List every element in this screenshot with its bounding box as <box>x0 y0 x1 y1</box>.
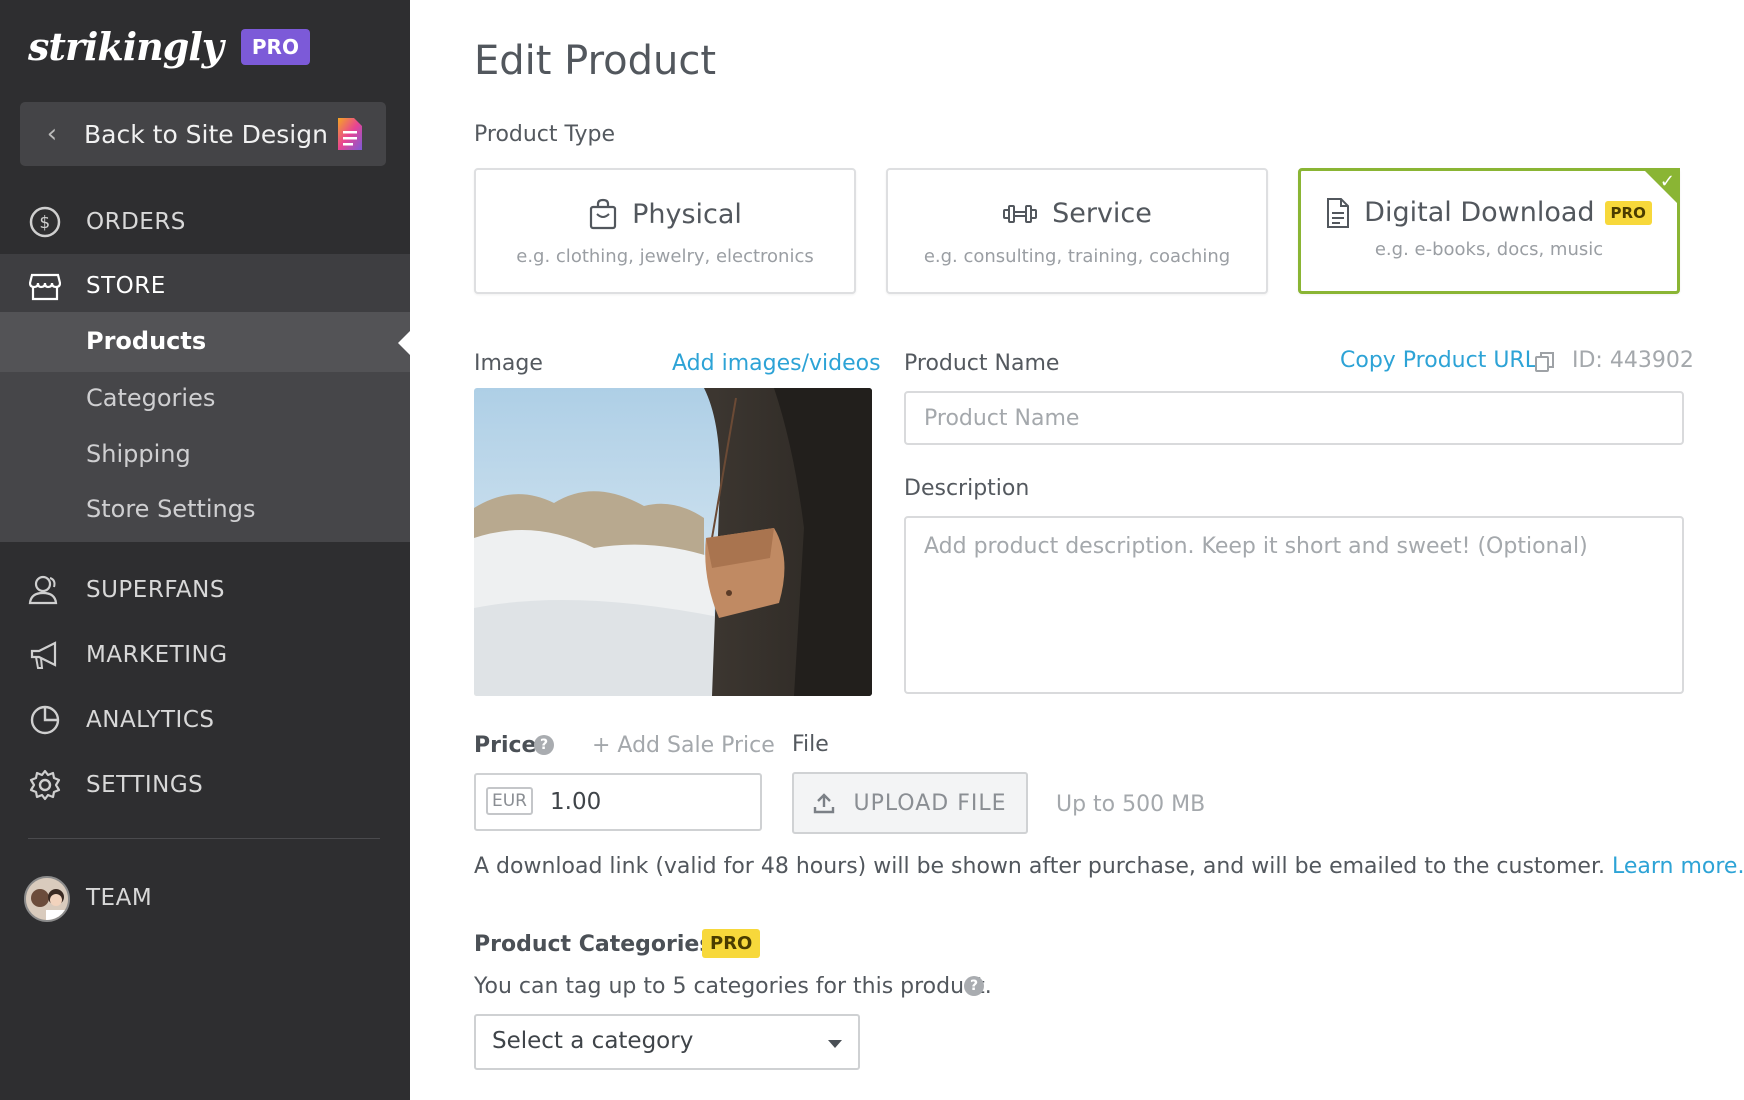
product-name-placeholder: Product Name <box>924 406 1080 431</box>
type-label: Physical <box>632 198 742 230</box>
price-label: Price <box>474 733 537 758</box>
type-card-digital-download[interactable]: ✓ Digital Download PRO e.g. e-books, doc… <box>1298 168 1680 294</box>
nav-label: ORDERS <box>86 209 186 235</box>
type-hint: e.g. clothing, jewelry, electronics <box>516 246 814 267</box>
download-note: A download link (valid for 48 hours) wil… <box>474 854 1744 879</box>
nav-label: TEAM <box>86 885 153 911</box>
chevron-left-icon: ‹ <box>46 119 58 149</box>
product-name-input[interactable]: Product Name <box>904 391 1684 445</box>
submenu-store-settings[interactable]: Store Settings <box>86 495 256 523</box>
site-design-icon <box>338 118 362 150</box>
shopping-bag-icon <box>589 198 617 230</box>
product-categories-label: Product Categories <box>474 932 713 957</box>
main-content: Edit Product Product Type Physical e.g. … <box>410 0 1744 1100</box>
store-icon <box>28 269 62 303</box>
copy-product-url-link[interactable]: Copy Product URL <box>1340 348 1537 373</box>
submenu-products[interactable]: Products <box>86 327 206 355</box>
nav-store[interactable]: STORE <box>0 254 410 318</box>
type-card-physical[interactable]: Physical e.g. clothing, jewelry, electro… <box>474 168 856 294</box>
add-images-videos-link[interactable]: Add images/videos <box>672 351 881 376</box>
nav-label: STORE <box>86 273 166 299</box>
checkmark-icon: ✓ <box>1659 171 1675 192</box>
download-note-text: A download link (valid for 48 hours) wil… <box>474 854 1605 879</box>
chevron-down-icon <box>828 1040 842 1048</box>
nav-orders[interactable]: $ ORDERS <box>0 190 410 254</box>
categories-hint: You can tag up to 5 categories for this … <box>474 974 992 999</box>
upload-icon <box>814 793 835 814</box>
logo[interactable]: strikingly PRO <box>28 24 310 69</box>
submenu-categories[interactable]: Categories <box>86 384 215 412</box>
price-input[interactable]: EUR 1.00 <box>474 773 762 831</box>
nav-marketing[interactable]: MARKETING <box>0 623 410 687</box>
users-icon <box>28 573 62 607</box>
active-indicator-arrow <box>398 331 410 355</box>
categories-pro-badge: PRO <box>702 929 761 958</box>
type-label: Digital Download <box>1364 197 1595 228</box>
price-value: 1.00 <box>550 789 602 815</box>
pie-chart-icon <box>28 703 62 737</box>
pro-badge: PRO <box>1604 200 1652 225</box>
category-select-value: Select a category <box>492 1028 694 1054</box>
sidebar-divider <box>28 838 380 839</box>
brand-name: strikingly <box>28 24 224 69</box>
nav-label: ANALYTICS <box>86 707 215 733</box>
category-select[interactable]: Select a category <box>474 1014 860 1070</box>
dollar-circle-icon: $ <box>28 205 62 239</box>
file-label: File <box>792 732 829 757</box>
nav-label: SUPERFANS <box>86 577 225 603</box>
pro-plan-badge: PRO <box>240 28 310 65</box>
product-type-label: Product Type <box>474 122 616 147</box>
back-to-site-design-button[interactable]: ‹ Back to Site Design <box>20 102 386 166</box>
avatar <box>24 876 70 922</box>
megaphone-icon <box>28 638 62 672</box>
nav-settings[interactable]: SETTINGS <box>0 753 410 817</box>
copy-icon[interactable] <box>1534 350 1556 374</box>
gear-icon <box>28 768 62 802</box>
upload-limit: Up to 500 MB <box>1056 792 1206 817</box>
dumbbell-icon <box>1003 204 1038 223</box>
nav-analytics[interactable]: ANALYTICS <box>0 688 410 752</box>
type-card-service[interactable]: Service e.g. consulting, training, coach… <box>886 168 1268 294</box>
type-hint: e.g. e-books, docs, music <box>1374 239 1604 260</box>
upload-label: UPLOAD FILE <box>853 790 1007 816</box>
description-label: Description <box>904 476 1030 501</box>
image-label: Image <box>474 351 543 376</box>
description-textarea[interactable]: Add product description. Keep it short a… <box>904 516 1684 694</box>
type-hint: e.g. consulting, training, coaching <box>923 246 1231 267</box>
submenu-shipping[interactable]: Shipping <box>86 440 191 468</box>
nav-superfans[interactable]: SUPERFANS <box>0 558 410 622</box>
currency-label: EUR <box>486 787 533 815</box>
add-sale-price-link[interactable]: + Add Sale Price <box>592 733 775 758</box>
product-image[interactable] <box>474 388 872 696</box>
help-icon[interactable]: ? <box>964 976 984 996</box>
svg-text:$: $ <box>39 213 50 233</box>
sidebar: strikingly PRO ‹ Back to Site Design $ O… <box>0 0 410 1100</box>
product-id: ID: 443902 <box>1572 348 1694 373</box>
nav-label: MARKETING <box>86 642 228 668</box>
description-placeholder: Add product description. Keep it short a… <box>924 534 1588 559</box>
nav-label: SETTINGS <box>86 772 204 798</box>
type-label: Service <box>1052 198 1152 229</box>
upload-file-button[interactable]: UPLOAD FILE <box>792 772 1028 834</box>
back-label: Back to Site Design <box>84 119 328 149</box>
product-name-label: Product Name <box>904 351 1060 376</box>
page-title: Edit Product <box>474 38 717 84</box>
learn-more-link[interactable]: Learn more. <box>1612 854 1744 879</box>
help-icon[interactable]: ? <box>534 735 554 755</box>
document-icon <box>1327 197 1350 228</box>
